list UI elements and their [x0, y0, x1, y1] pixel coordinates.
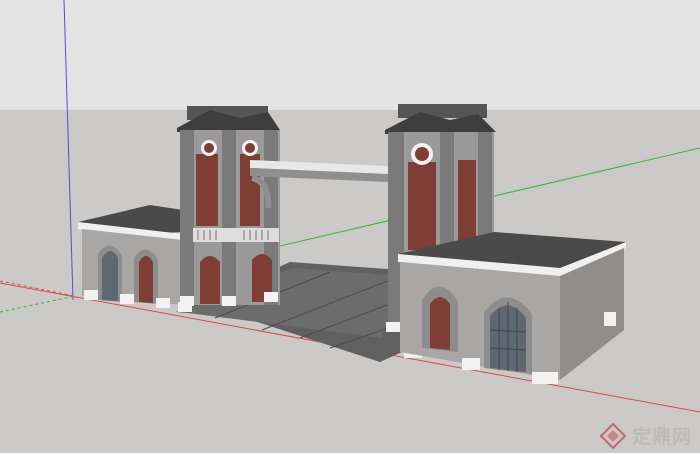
diamond-logo-icon: [599, 422, 626, 449]
sky: [0, 0, 700, 112]
sketchup-viewport[interactable]: 定鼎网: [0, 0, 700, 453]
left-tower-brick-panel: [196, 154, 218, 226]
plinth: [532, 372, 558, 384]
plinth: [156, 298, 170, 308]
model-scene[interactable]: [0, 0, 700, 453]
right-tower-brick-panel: [408, 162, 436, 250]
plinth: [180, 296, 194, 306]
left-tower[interactable]: [177, 106, 280, 306]
watermark-text: 定鼎网: [631, 426, 692, 448]
right-wing-arch-door: [430, 297, 450, 350]
left-tower-pilaster: [222, 130, 236, 305]
plinth: [604, 312, 616, 326]
plinth: [120, 294, 134, 304]
plinth: [222, 296, 236, 306]
left-wing-arch-window: [102, 251, 118, 301]
left-tower-balustrade: [193, 228, 279, 242]
plinth: [84, 290, 98, 300]
plinth: [386, 322, 402, 332]
plinth: [462, 358, 480, 370]
plinth: [264, 292, 278, 302]
right-tower-roundel-inner: [415, 147, 429, 161]
left-wing-arch-door: [139, 256, 153, 303]
left-tower-roundel-inner: [245, 143, 255, 153]
left-wing[interactable]: [78, 205, 192, 312]
left-tower-roundel-inner: [204, 143, 214, 153]
left-tower-pilaster: [180, 130, 194, 305]
right-tower-brick-panel: [458, 160, 476, 250]
watermark: 定鼎网: [599, 422, 692, 449]
left-tower-arch-door: [200, 256, 220, 304]
